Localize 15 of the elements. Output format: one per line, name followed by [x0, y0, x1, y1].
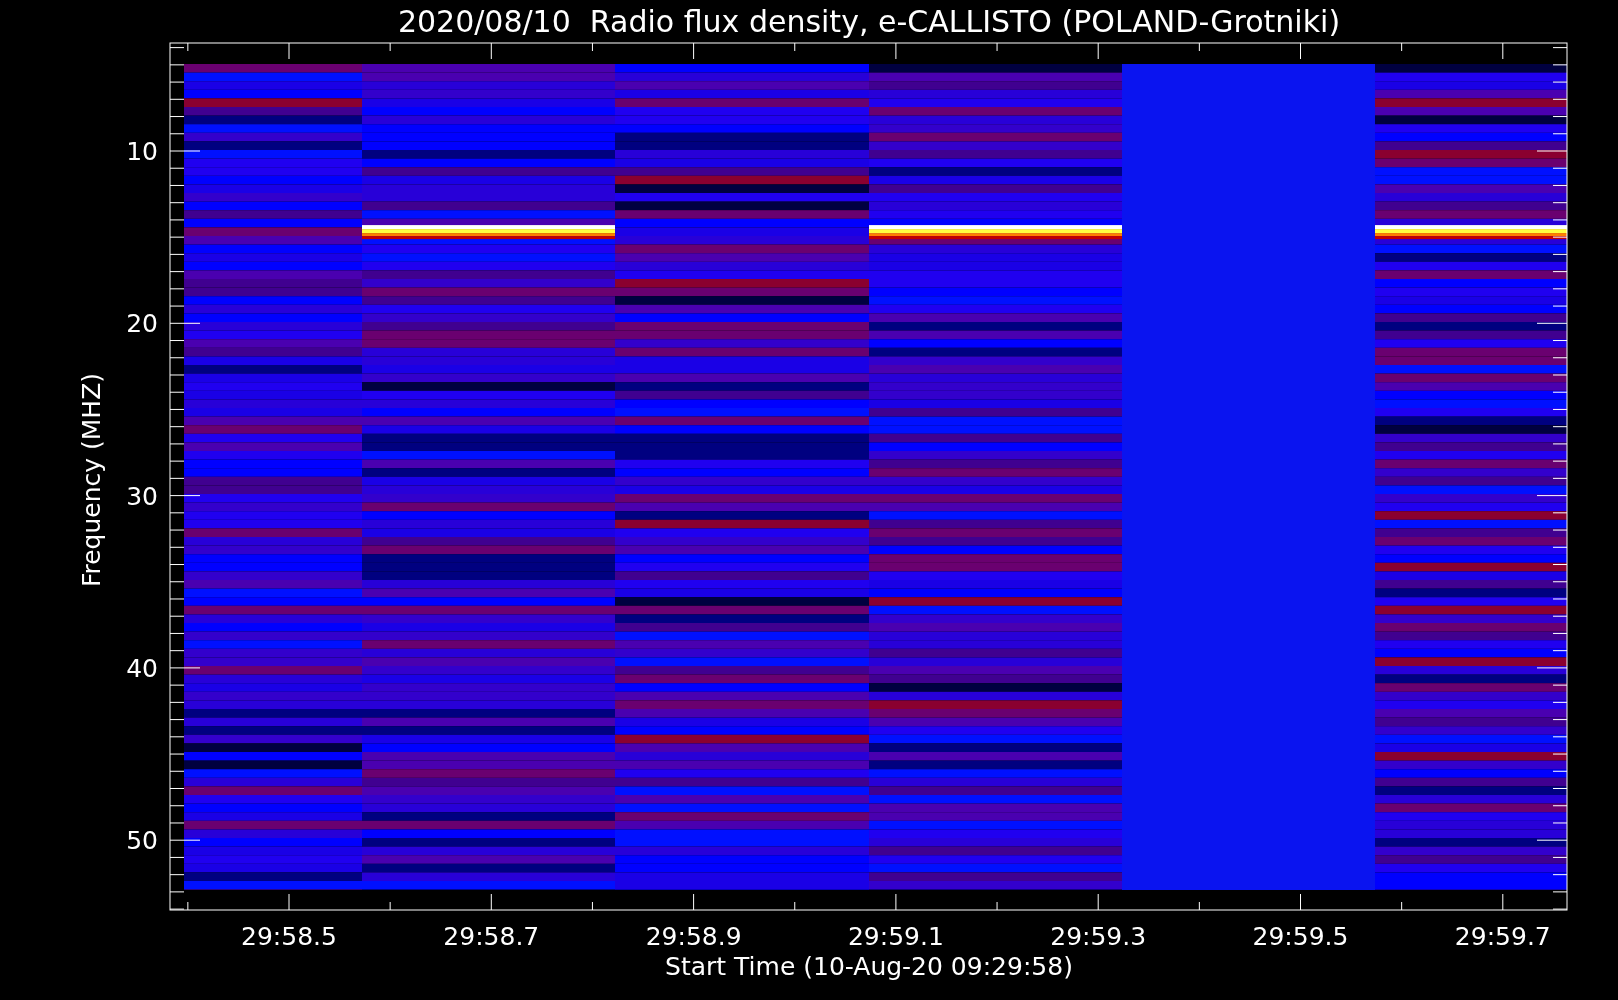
x-tick-label: 29:58.5 [241, 922, 337, 951]
x-tick-label: 29:58.7 [443, 922, 540, 951]
x-tick-label: 29:59.1 [847, 922, 944, 951]
x-tick-label: 29:58.9 [645, 922, 742, 951]
y-tick-label: 40 [126, 653, 158, 683]
x-tick-label: 29:59.7 [1454, 922, 1551, 951]
y-tick-label: 50 [126, 826, 158, 856]
y-tick-label: 20 [126, 309, 158, 339]
y-tick-label: 30 [126, 481, 158, 511]
chart-title: 2020/08/10 Radio flux density, e-CALLISTO (POLAND-Grotniki) [397, 4, 1341, 39]
x-tick-label: 29:59.3 [1050, 922, 1147, 951]
y-tick-label: 10 [126, 137, 158, 166]
x-tick-label: 29:59.5 [1252, 922, 1349, 951]
y-axis-label: Frequency (MHZ) [77, 372, 106, 588]
x-axis-label: Start Time (10-Aug-20 09:29:58) [665, 952, 1073, 981]
